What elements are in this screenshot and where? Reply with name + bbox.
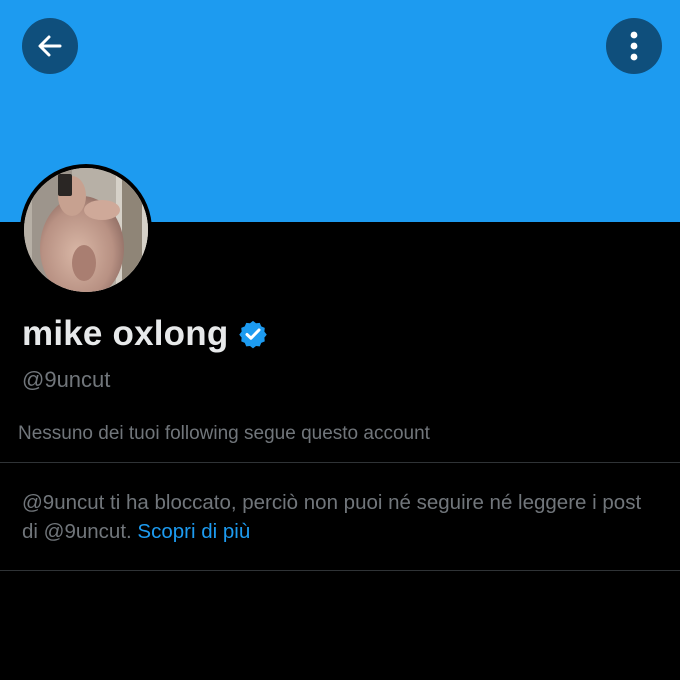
display-name: mike oxlong [22,314,229,353]
divider [0,570,680,571]
divider [0,462,680,463]
blocked-notice: @9uncut ti ha bloccato, perciò non puoi … [22,488,662,546]
avatar[interactable] [20,164,152,296]
name-row: mike oxlong [22,314,268,354]
more-vertical-icon [630,31,638,61]
more-options-button[interactable] [606,18,662,74]
arrow-left-icon [38,35,62,57]
blocked-notice-text: @9uncut ti ha bloccato, perciò non puoi … [22,491,642,543]
avatar-image [24,168,148,292]
back-button[interactable] [22,18,78,74]
followers-you-know-text: Nessuno dei tuoi following segue questo … [18,423,430,444]
user-handle: @9uncut [22,367,111,392]
learn-more-link[interactable]: Scopri di più [137,520,250,543]
verified-badge-icon[interactable] [238,319,268,349]
